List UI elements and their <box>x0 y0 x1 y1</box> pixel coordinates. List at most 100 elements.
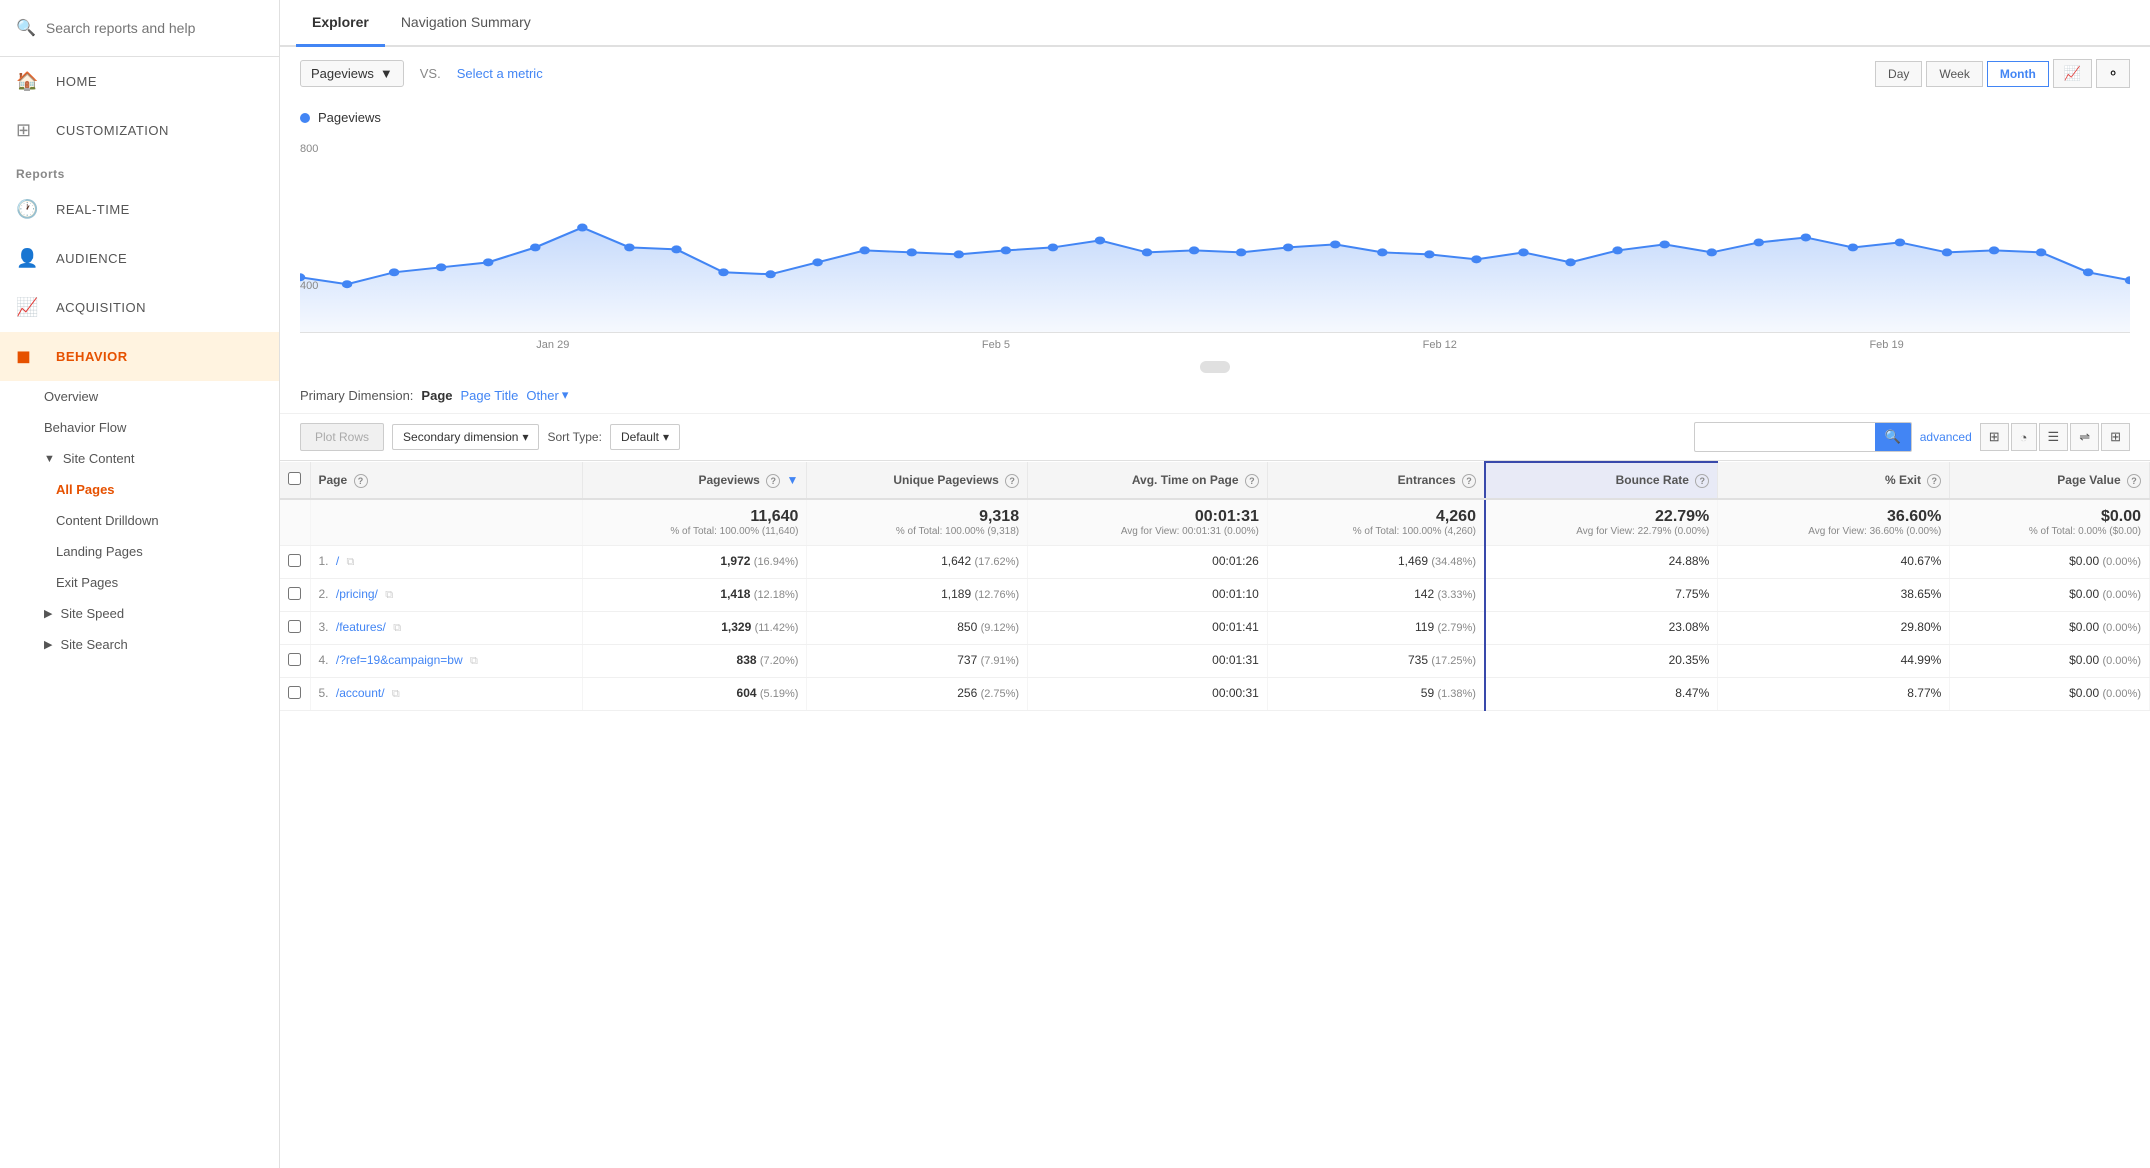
all-pages-label: All Pages <box>56 482 115 497</box>
toolbar-row: Plot Rows Secondary dimension ▾ Sort Typ… <box>280 414 2150 461</box>
sidebar-item-behavior[interactable]: ◼ BEHAVIOR <box>0 332 279 381</box>
sidebar-item-site-content[interactable]: ▼ Site Content <box>0 443 279 474</box>
select-all-checkbox-cell[interactable] <box>280 462 310 499</box>
sidebar-item-landing-pages[interactable]: Landing Pages <box>0 536 279 567</box>
page-value-help-icon[interactable]: ? <box>2127 474 2141 488</box>
sidebar-item-acquisition[interactable]: 📈 ACQUISITION <box>0 283 279 332</box>
sidebar-item-content-drilldown[interactable]: Content Drilldown <box>0 505 279 536</box>
row-checkbox-cell[interactable] <box>280 612 310 645</box>
dim-page-link[interactable]: Page <box>421 388 452 403</box>
dim-page-title-link[interactable]: Page Title <box>461 388 519 403</box>
view-bar-btn[interactable]: ☰ <box>2039 423 2069 451</box>
copy-icon-2[interactable]: ⧉ <box>393 622 401 634</box>
bounce-rate-help-icon[interactable]: ? <box>1695 474 1709 488</box>
chart-svg <box>300 133 2130 332</box>
view-pie-btn[interactable]: ◔ <box>2011 423 2037 451</box>
site-speed-label: Site Speed <box>60 606 124 621</box>
sidebar-item-audience[interactable]: 👤 AUDIENCE <box>0 234 279 283</box>
select-metric-link[interactable]: Select a metric <box>457 66 543 81</box>
row-checkbox-2[interactable] <box>288 620 301 633</box>
x-label-1: Jan 29 <box>536 339 569 351</box>
row-page-link-0[interactable]: / <box>336 554 339 568</box>
time-btn-day[interactable]: Day <box>1875 61 1922 87</box>
copy-icon-1[interactable]: ⧉ <box>385 589 393 601</box>
row-checkbox-cell[interactable] <box>280 645 310 678</box>
metric-selector[interactable]: Pageviews ▼ <box>300 60 404 87</box>
scroll-handle-btn[interactable] <box>1200 361 1230 373</box>
pageviews-help-icon[interactable]: ? <box>766 474 780 488</box>
sidebar-item-audience-label: AUDIENCE <box>56 251 127 266</box>
advanced-link[interactable]: advanced <box>1920 430 1972 444</box>
search-input[interactable] <box>46 20 263 36</box>
entrances-help-icon[interactable]: ? <box>1462 474 1476 488</box>
row-avg-time-2: 00:01:41 <box>1028 612 1268 645</box>
secondary-dimension-selector[interactable]: Secondary dimension ▾ <box>392 424 539 450</box>
realtime-icon: 🕐 <box>16 199 44 220</box>
sidebar-item-site-speed[interactable]: ▶ Site Speed <box>0 598 279 629</box>
avg-time-help-icon[interactable]: ? <box>1245 474 1259 488</box>
row-page-link-3[interactable]: /?ref=19&campaign=bw <box>336 653 463 667</box>
total-pageviews-cell: 11,640 % of Total: 100.00% (11,640) <box>583 499 807 546</box>
main-content: Explorer Navigation Summary Pageviews ▼ … <box>280 0 2150 1168</box>
pct-exit-help-icon[interactable]: ? <box>1927 474 1941 488</box>
sidebar-item-realtime[interactable]: 🕐 REAL-TIME <box>0 185 279 234</box>
row-checkbox-4[interactable] <box>288 686 301 699</box>
view-compare-btn[interactable]: ⇌ <box>2070 423 2099 451</box>
page-help-icon[interactable]: ? <box>354 474 368 488</box>
sidebar-item-overview[interactable]: Overview <box>0 381 279 412</box>
table-row: 5. /account/ ⧉ 604 (5.19%) 256 (2.75%) 0… <box>280 678 2150 711</box>
row-checkbox-cell[interactable] <box>280 579 310 612</box>
time-btn-week[interactable]: Week <box>1926 61 1982 87</box>
overview-label: Overview <box>44 389 98 404</box>
sidebar-item-customization[interactable]: ⊞ CUSTOMIZATION <box>0 106 279 155</box>
site-search-arrow: ▶ <box>44 638 52 651</box>
table-search-field[interactable]: 🔍 <box>1694 422 1912 452</box>
time-btn-month[interactable]: Month <box>1987 61 2049 87</box>
copy-icon-3[interactable]: ⧉ <box>470 655 478 667</box>
copy-icon-0[interactable]: ⧉ <box>347 556 355 568</box>
copy-icon-4[interactable]: ⧉ <box>392 688 400 700</box>
row-checkbox-cell[interactable] <box>280 546 310 579</box>
tab-explorer[interactable]: Explorer <box>296 0 385 47</box>
select-all-checkbox[interactable] <box>288 472 301 485</box>
row-page-link-2[interactable]: /features/ <box>336 620 386 634</box>
row-entrances-0: 1,469 (34.48%) <box>1267 546 1485 579</box>
table-container: Page ? Pageviews ? ▼ Unique Pageviews ? … <box>280 461 2150 711</box>
sidebar-item-behavior-flow[interactable]: Behavior Flow <box>0 412 279 443</box>
view-grid-btn[interactable]: ⊞ <box>1980 423 2009 451</box>
x-axis-labels: Jan 29 Feb 5 Feb 12 Feb 19 <box>300 333 2130 357</box>
scatter-chart-btn[interactable]: ⚬ <box>2096 59 2130 88</box>
view-pivot-btn[interactable]: ⊞ <box>2101 423 2130 451</box>
unique-pv-help-icon[interactable]: ? <box>1005 474 1019 488</box>
sidebar-item-exit-pages[interactable]: Exit Pages <box>0 567 279 598</box>
row-page-link-4[interactable]: /account/ <box>336 686 385 700</box>
row-checkbox-cell[interactable] <box>280 678 310 711</box>
behavior-icon: ◼ <box>16 346 44 367</box>
table-total-row: 11,640 % of Total: 100.00% (11,640) 9,31… <box>280 499 2150 546</box>
y-label-top: 800 <box>300 143 318 155</box>
row-checkbox-0[interactable] <box>288 554 301 567</box>
row-num-3: 4. <box>319 653 329 667</box>
row-checkbox-1[interactable] <box>288 587 301 600</box>
row-pageviews-2: 1,329 (11.42%) <box>583 612 807 645</box>
view-icons: ⊞ ◔ ☰ ⇌ ⊞ <box>1980 423 2130 451</box>
line-chart-btn[interactable]: 📈 <box>2053 59 2092 88</box>
plot-rows-button[interactable]: Plot Rows <box>300 423 384 451</box>
sort-type-selector[interactable]: Default ▾ <box>610 424 680 450</box>
row-bounce-2: 23.08% <box>1485 612 1718 645</box>
behavior-flow-label: Behavior Flow <box>44 420 126 435</box>
sort-default-label: Default <box>621 430 659 444</box>
row-page-link-1[interactable]: /pricing/ <box>336 587 378 601</box>
sidebar-item-site-search[interactable]: ▶ Site Search <box>0 629 279 660</box>
search-box[interactable]: 🔍 <box>0 0 279 57</box>
dim-other-link[interactable]: Other ▾ <box>526 387 568 403</box>
row-unique-4: 256 (2.75%) <box>807 678 1028 711</box>
sidebar-item-home[interactable]: 🏠 HOME <box>0 57 279 106</box>
table-search-button[interactable]: 🔍 <box>1875 423 1911 451</box>
row-checkbox-3[interactable] <box>288 653 301 666</box>
acquisition-icon: 📈 <box>16 297 44 318</box>
table-search-input[interactable] <box>1695 425 1875 449</box>
sidebar-item-all-pages[interactable]: All Pages <box>0 474 279 505</box>
tab-navigation-summary[interactable]: Navigation Summary <box>385 0 547 47</box>
time-buttons: Day Week Month 📈 ⚬ <box>1875 59 2130 88</box>
